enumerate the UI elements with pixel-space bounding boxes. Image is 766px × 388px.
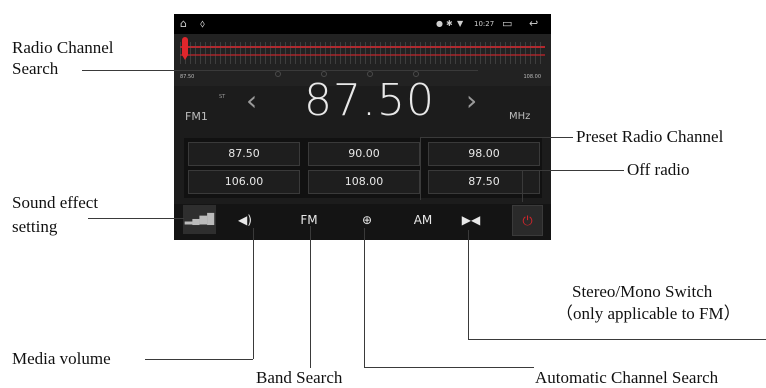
auto-scan-icon: ⊕ (361, 213, 373, 227)
status-bar: ⌂ ⬨ ● ✱ ▼ 10:27 ▭ ↩ (174, 14, 551, 34)
tuner-ticks (180, 42, 545, 64)
callout-line (420, 137, 573, 138)
stereo-mono-icon: ▶◀ (461, 213, 481, 227)
preset-button[interactable]: 108.00 (308, 170, 420, 194)
callout-line (364, 367, 534, 368)
equalizer-icon: ▂▄▆█ (184, 214, 215, 225)
frequency-unit: MHz (509, 111, 531, 122)
control-bar: ◀) FM ⊕ AM ▶◀ (174, 204, 551, 240)
current-frequency: 87.50 (304, 75, 435, 126)
location-icon: ● (436, 19, 443, 28)
callout-line (522, 170, 523, 202)
label-stereo-mono-switch-2: （only applicable to FM） (556, 304, 741, 323)
callout-line (468, 339, 766, 340)
recent-apps-icon[interactable]: ▭ (502, 14, 512, 34)
label-radio-channel-search-1: Radio Channel (12, 38, 114, 57)
preset-button[interactable]: 106.00 (188, 170, 300, 194)
stereo-mono-button[interactable]: ▶◀ (456, 204, 486, 236)
callout-line (88, 218, 184, 219)
label-stereo-mono-switch-1: Stereo/Mono Switch (572, 282, 713, 301)
callout-line (82, 70, 260, 71)
label-sound-effect-setting-1: Sound effect (12, 193, 99, 212)
auto-search-button[interactable]: ⊕ (352, 204, 382, 236)
am-band-button[interactable]: AM (408, 204, 438, 236)
callout-line (364, 228, 365, 368)
status-time: 10:27 (474, 20, 495, 28)
tuner-max-label: 108.00 (523, 74, 542, 80)
sound-effect-button[interactable]: ▂▄▆█ (183, 205, 216, 234)
tuner-needle[interactable] (182, 37, 188, 60)
callout-line (253, 228, 254, 359)
preset-button[interactable]: 87.50 (428, 170, 540, 194)
seek-next-button[interactable]: › (466, 86, 477, 116)
preset-button[interactable]: 87.50 (188, 142, 300, 166)
callout-line (522, 170, 624, 171)
label-media-volume: Media volume (12, 349, 111, 368)
volume-button[interactable]: ◀) (230, 204, 260, 236)
tuner-min-label: 87.50 (180, 74, 195, 80)
label-band-search: Band Search (256, 368, 343, 387)
page-dot (275, 71, 281, 77)
usb-icon: ⬨ (200, 17, 205, 30)
callout-line (468, 230, 469, 339)
power-icon: ⏻ (522, 212, 533, 228)
label-off-radio: Off radio (627, 160, 690, 179)
preset-panel: 87.50 90.00 98.00 106.00 108.00 87.50 (184, 138, 542, 198)
callout-line (420, 137, 421, 200)
label-radio-channel-search-2: Search (12, 59, 59, 78)
band-label: FM1 (185, 110, 208, 123)
radio-screen: ⌂ ⬨ ● ✱ ▼ 10:27 ▭ ↩ 87.50 108.00 ST FM1 … (174, 14, 551, 240)
seek-prev-button[interactable]: ‹ (246, 86, 257, 116)
stereo-indicator: ST (219, 94, 226, 100)
callout-line (260, 70, 478, 71)
speaker-icon: ◀) (238, 213, 252, 227)
preset-button[interactable]: 90.00 (308, 142, 420, 166)
power-off-button[interactable]: ⏻ (512, 205, 543, 236)
callout-line (145, 359, 253, 360)
label-preset-radio-channel: Preset Radio Channel (576, 127, 724, 146)
bluetooth-icon: ✱ (446, 19, 453, 28)
home-icon[interactable]: ⌂ (180, 14, 187, 34)
wifi-icon: ▼ (457, 19, 464, 28)
preset-button[interactable]: 98.00 (428, 142, 540, 166)
callout-line (310, 226, 311, 368)
label-sound-effect-setting-2: setting (12, 217, 58, 236)
back-icon[interactable]: ↩ (529, 14, 538, 34)
fm-band-button[interactable]: FM (294, 204, 324, 236)
label-automatic-channel-search: Automatic Channel Search (535, 368, 719, 387)
